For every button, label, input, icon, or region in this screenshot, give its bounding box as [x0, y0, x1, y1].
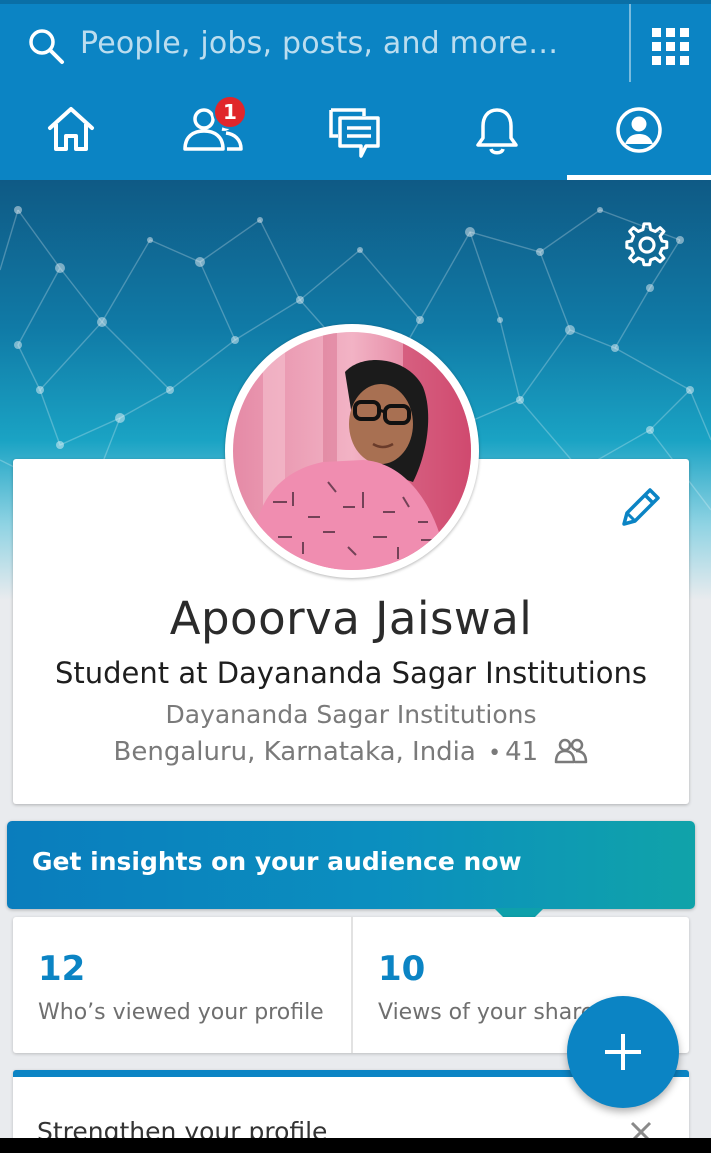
insights-banner[interactable]: Get insights on your audience now [7, 821, 695, 909]
connections-count[interactable]: 41 [505, 737, 538, 767]
profile-location: Bengaluru, Karnataka, India [113, 737, 476, 767]
floating-add-button[interactable] [567, 996, 679, 1108]
tab-my-network[interactable] [142, 82, 284, 180]
plus-icon [605, 1034, 641, 1070]
tab-notifications[interactable] [426, 82, 568, 180]
top-search-bar: People, jobs, posts, and more… [0, 0, 711, 86]
system-bottom-bar [0, 1138, 711, 1153]
tab-home[interactable] [0, 82, 142, 180]
tab-messaging[interactable] [284, 82, 426, 180]
main-tab-bar: 1 [0, 82, 711, 180]
stat-label: Views of your share [378, 1000, 595, 1025]
apps-grid-icon[interactable] [652, 28, 690, 66]
bell-icon [476, 108, 518, 155]
stat-value: 10 [378, 949, 426, 989]
stat-value: 12 [38, 949, 86, 989]
messages-icon [329, 108, 380, 158]
profile-name: Apoorva Jaiswal [169, 592, 533, 645]
home-icon [48, 107, 94, 151]
insights-banner-text: Get insights on your audience now [32, 847, 522, 876]
profile-photo[interactable] [225, 324, 479, 578]
tab-me[interactable] [567, 82, 711, 180]
profile-headline: Student at Dayananda Sagar Institutions [54, 656, 648, 690]
edit-pencil-icon[interactable] [618, 484, 664, 530]
avatar-image [233, 332, 471, 570]
search-input[interactable]: People, jobs, posts, and more… [80, 26, 558, 61]
search-divider [629, 4, 631, 82]
separator-dot: • [488, 741, 502, 766]
connections-icon [555, 738, 588, 764]
stat-profile-views[interactable]: 12 Who’s viewed your profile [13, 917, 351, 1053]
notification-badge: 1 [213, 95, 247, 129]
settings-gear-icon[interactable] [624, 221, 670, 267]
profile-location-row: Bengaluru, Karnataka, India • 41 [13, 737, 689, 767]
profile-icon [616, 107, 662, 153]
search-icon[interactable] [26, 26, 66, 66]
profile-company: Dayananda Sagar Institutions [165, 700, 537, 729]
stat-label: Who’s viewed your profile [38, 1000, 324, 1025]
